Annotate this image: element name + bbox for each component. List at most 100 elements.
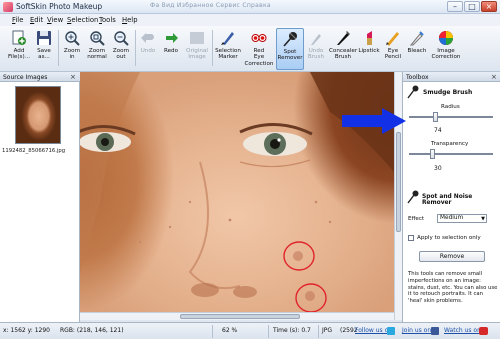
minimize-button[interactable]: – xyxy=(447,1,463,12)
radius-label: Radius xyxy=(441,104,460,110)
radius-value: 74 xyxy=(434,127,442,134)
eye-pencil-icon xyxy=(386,32,399,46)
chevron-down-icon: ▼ xyxy=(481,216,485,222)
eye-pencil-label: Eye Pencil xyxy=(384,48,402,61)
menu-file[interactable]: File xyxy=(12,16,23,24)
apply-to-selection-checkbox[interactable] xyxy=(408,235,414,241)
transparency-label: Transparency xyxy=(431,141,469,147)
toolbar: Add File(s)... Save as... Zoom in Zoom n… xyxy=(0,26,500,72)
menu-tools-label: ools xyxy=(102,15,116,24)
lipstick-button[interactable]: Lipstick xyxy=(358,28,380,70)
zoom-normal-label: Zoom normal xyxy=(87,48,107,61)
status-separator xyxy=(212,325,213,338)
menu-view[interactable]: View xyxy=(47,16,63,24)
menu-selection[interactable]: Selection xyxy=(67,16,98,24)
menu-help-label: elp xyxy=(127,15,138,24)
transparency-slider-track[interactable] xyxy=(409,153,493,155)
source-panel-close-icon[interactable]: × xyxy=(70,73,76,81)
concealer-brush-icon xyxy=(337,31,350,45)
menu-bar: File Edit View Selection Tools Help xyxy=(0,14,500,26)
spot-remover-button[interactable]: Spot Remover xyxy=(276,28,304,70)
source-image-thumbnail[interactable] xyxy=(15,86,61,144)
close-button[interactable]: × xyxy=(481,1,497,12)
bleach-button[interactable]: Bleach xyxy=(405,28,429,70)
menu-edit[interactable]: Edit xyxy=(30,16,43,24)
background-window-menu: Фа Вид Избранное Сервис Справка xyxy=(150,2,271,9)
spot-remover-icon xyxy=(283,32,297,47)
undo-brush-label: Undo Brush xyxy=(307,48,325,61)
smudge-brush-title: Smudge Brush xyxy=(423,89,473,96)
effect-select-value: Medium xyxy=(440,215,464,221)
spot-remover-label: Spot Remover xyxy=(277,49,303,62)
original-image-button[interactable]: Original Image xyxy=(184,28,210,70)
horizontal-scrollbar-thumb[interactable] xyxy=(180,314,300,319)
image-correction-icon xyxy=(439,31,453,45)
undo-icon xyxy=(141,33,154,43)
selection-marker-label: Selection Marker xyxy=(215,48,241,61)
youtube-icon[interactable] xyxy=(479,327,488,335)
facebook-icon[interactable] xyxy=(431,327,439,335)
horizontal-scrollbar[interactable] xyxy=(80,312,394,320)
radius-slider-track[interactable] xyxy=(409,116,493,118)
vertical-scrollbar-thumb[interactable] xyxy=(396,132,401,232)
menu-file-label: ile xyxy=(15,15,24,24)
save-icon xyxy=(37,31,51,45)
zoom-in-button[interactable]: Zoom in xyxy=(61,28,83,70)
original-image-label: Original Image xyxy=(186,48,208,61)
lipstick-icon xyxy=(367,31,372,45)
spot-remover-tool-icon xyxy=(407,190,419,204)
red-eye-correction-button[interactable]: Red Eye Correction xyxy=(244,28,274,70)
menu-view-label: iew xyxy=(51,15,64,24)
smudge-brush-icon xyxy=(407,85,419,99)
undo-label: Undo xyxy=(140,48,156,54)
menu-edit-label: dit xyxy=(34,15,44,24)
add-file-icon xyxy=(12,30,26,45)
toolbar-separator xyxy=(58,30,59,66)
radius-slider-thumb[interactable] xyxy=(433,112,438,122)
save-as-button[interactable]: Save as... xyxy=(33,28,55,70)
zoom-in-label: Zoom in xyxy=(63,48,81,61)
image-correction-label: Image Correction xyxy=(431,48,461,61)
source-images-header: Source Images × xyxy=(0,72,80,82)
selection-marker-icon xyxy=(221,32,234,45)
zoom-out-icon xyxy=(114,31,129,46)
add-files-button[interactable]: Add File(s)... xyxy=(8,28,30,70)
spot-noise-remover-title: Spot and Noise Remover xyxy=(422,194,473,206)
remove-button[interactable]: Remove xyxy=(419,251,485,262)
toolbox-close-icon[interactable]: × xyxy=(491,73,497,81)
eye-pencil-button[interactable]: Eye Pencil xyxy=(382,28,404,70)
red-eye-icon xyxy=(251,34,267,42)
image-correction-button[interactable]: Image Correction xyxy=(430,28,462,70)
tool-description: This tools can remove small imperfection… xyxy=(408,271,498,305)
status-separator xyxy=(268,325,269,338)
red-eye-correction-label: Red Eye Correction xyxy=(244,48,274,67)
maximize-button[interactable]: □ xyxy=(464,1,480,12)
toolbox-header: Toolbox × xyxy=(403,72,500,82)
selection-marker-button[interactable]: Selection Marker xyxy=(214,28,242,70)
pointer-arrow-icon xyxy=(342,108,406,134)
source-images-title: Source Images xyxy=(3,73,48,81)
undo-button[interactable]: Undo xyxy=(138,28,158,70)
redo-button[interactable]: Redo xyxy=(161,28,181,70)
effect-label: Effect xyxy=(408,216,425,222)
bleach-label: Bleach xyxy=(407,48,427,54)
undo-brush-button[interactable]: Undo Brush xyxy=(305,28,327,70)
toolbox-title: Toolbox xyxy=(406,73,429,81)
join-us-link[interactable]: Join us on xyxy=(402,327,431,334)
zoom-normal-icon xyxy=(90,31,105,46)
watch-us-link[interactable]: Watch us on xyxy=(444,327,481,334)
twitter-icon[interactable] xyxy=(387,327,395,335)
concealer-brush-label: Concealer Brush xyxy=(329,48,358,61)
zoom-out-button[interactable]: Zoom out xyxy=(110,28,132,70)
menu-tools[interactable]: Tools xyxy=(99,16,116,24)
effect-select[interactable]: Medium ▼ xyxy=(437,214,487,223)
menu-help[interactable]: Help xyxy=(122,16,138,24)
status-coordinates: x: 1562 y: 1290 xyxy=(3,327,50,334)
zoom-normal-button[interactable]: Zoom normal xyxy=(85,28,109,70)
add-files-label: Add File(s)... xyxy=(8,48,30,61)
status-zoom: 62 % xyxy=(222,327,238,334)
lipstick-label: Lipstick xyxy=(358,48,380,54)
status-rgb: RGB: (218, 146, 121) xyxy=(60,327,124,334)
concealer-brush-button[interactable]: Concealer Brush xyxy=(329,28,357,70)
transparency-slider-thumb[interactable] xyxy=(430,149,435,159)
